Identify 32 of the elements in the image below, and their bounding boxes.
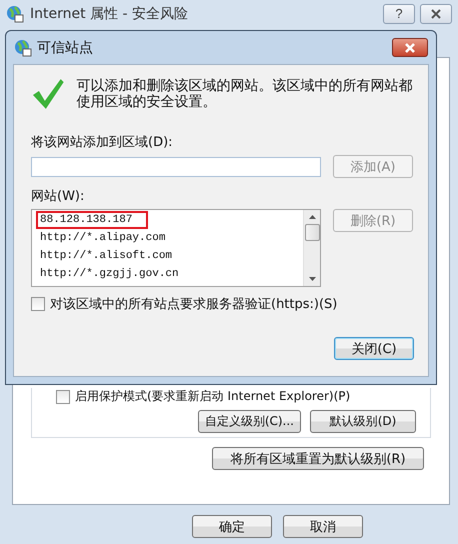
default-level-button[interactable]: 默认级别(D) xyxy=(310,410,416,433)
custom-level-button[interactable]: 自定义级别(C)... xyxy=(198,410,301,433)
scroll-up-icon[interactable] xyxy=(308,215,316,219)
globe-icon xyxy=(6,4,24,22)
scroll-down-icon[interactable] xyxy=(308,277,316,281)
website-item[interactable]: 88.128.138.187 xyxy=(36,211,148,229)
info-message: 可以添加和删除该区域的网站。该区域中的所有网站都使用区域的安全设置。 xyxy=(76,78,414,110)
protected-mode-label: 启用保护模式(要求重新启动 Internet Explorer)(P) xyxy=(75,388,350,405)
reset-all-button[interactable]: 将所有区域重置为默认级别(R) xyxy=(212,447,424,470)
close-button[interactable] xyxy=(420,4,452,24)
https-checkbox[interactable] xyxy=(31,297,45,311)
website-item[interactable]: http://*.alisoft.com xyxy=(36,247,174,265)
websites-label: 网站(W): xyxy=(31,188,86,205)
help-button[interactable]: ? xyxy=(383,4,415,24)
protected-mode-checkbox[interactable] xyxy=(56,390,70,404)
close-icon xyxy=(403,42,417,52)
website-item[interactable]: http://*.gzgjj.gov.cn xyxy=(36,265,181,283)
ok-button[interactable]: 确定 xyxy=(192,515,272,538)
cancel-button[interactable]: 取消 xyxy=(283,515,363,538)
website-item[interactable]: http://*.alipay.com xyxy=(36,229,168,247)
globe-icon xyxy=(14,38,32,56)
site-input-field[interactable] xyxy=(31,156,321,176)
dialog-title: 可信站点 xyxy=(37,38,93,56)
close-icon xyxy=(430,8,442,18)
scrollbar-thumb[interactable] xyxy=(304,224,320,241)
https-checkbox-label: 对该区域中的所有站点要求服务器验证(https:)(S) xyxy=(50,296,338,313)
close-button[interactable] xyxy=(392,38,428,57)
scrollbar[interactable] xyxy=(303,210,320,286)
checkmark-icon xyxy=(31,77,65,111)
close-dialog-button[interactable]: 关闭(C) xyxy=(334,337,414,360)
add-site-label: 将该网站添加到区域(D): xyxy=(31,134,174,151)
window-title: Internet 属性 - 安全风险 xyxy=(30,4,188,22)
